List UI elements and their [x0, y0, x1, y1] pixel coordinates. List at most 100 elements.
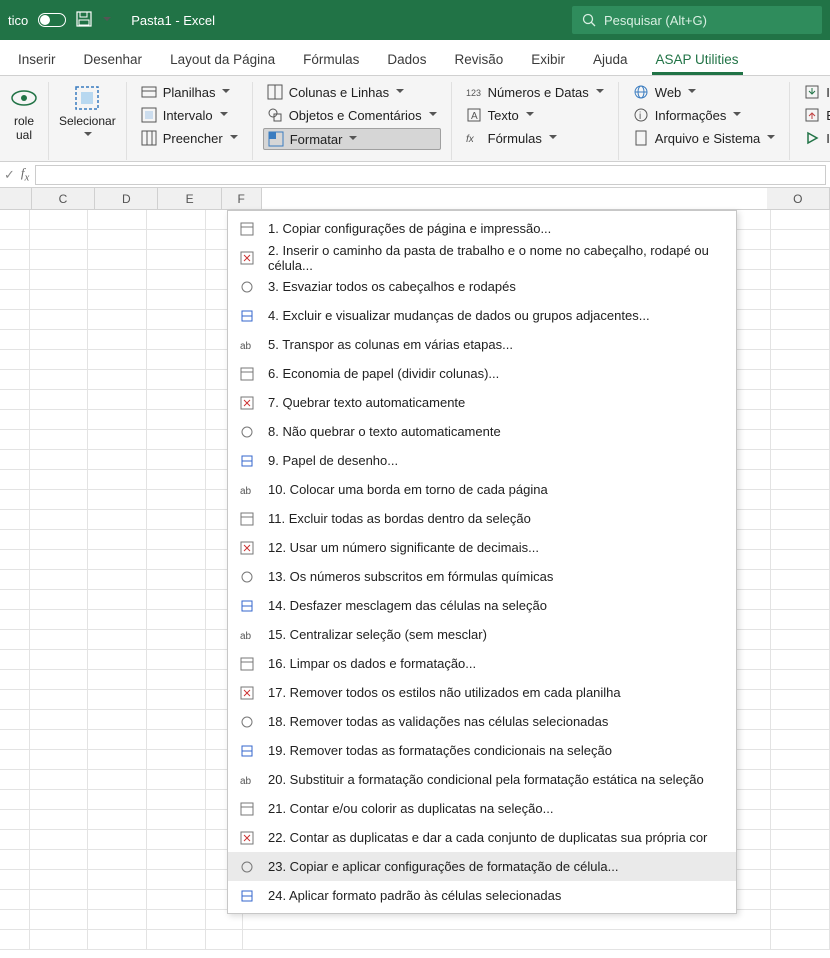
cell[interactable] — [771, 590, 830, 610]
cell[interactable] — [0, 590, 30, 610]
cell[interactable] — [88, 450, 147, 470]
cell[interactable] — [30, 510, 89, 530]
cell[interactable] — [30, 250, 89, 270]
menu-item-13[interactable]: 13. Os números subscritos em fórmulas qu… — [228, 562, 736, 591]
cell[interactable] — [147, 670, 206, 690]
cell[interactable] — [0, 510, 30, 530]
cell[interactable] — [0, 930, 30, 950]
cell[interactable] — [147, 490, 206, 510]
cell[interactable] — [0, 890, 30, 910]
cell[interactable] — [771, 350, 830, 370]
cell[interactable] — [30, 590, 89, 610]
cell[interactable] — [771, 510, 830, 530]
cell[interactable] — [88, 830, 147, 850]
save-icon[interactable] — [76, 11, 92, 30]
cell[interactable] — [0, 490, 30, 510]
cell[interactable] — [771, 570, 830, 590]
cell[interactable] — [88, 490, 147, 510]
cell[interactable] — [0, 230, 30, 250]
cell[interactable] — [0, 750, 30, 770]
cell[interactable] — [88, 850, 147, 870]
cell[interactable] — [771, 530, 830, 550]
cell[interactable] — [147, 830, 206, 850]
iniciar-button[interactable]: Iniciar — [800, 128, 830, 148]
cell[interactable] — [147, 450, 206, 470]
cell[interactable] — [0, 210, 30, 230]
cell[interactable] — [30, 830, 89, 850]
cell[interactable] — [0, 290, 30, 310]
cell[interactable] — [30, 450, 89, 470]
cell[interactable] — [88, 350, 147, 370]
menu-item-4[interactable]: 4. Excluir e visualizar mudanças de dado… — [228, 301, 736, 330]
cell[interactable] — [771, 450, 830, 470]
cell[interactable] — [771, 330, 830, 350]
cell[interactable] — [88, 370, 147, 390]
cell[interactable] — [88, 330, 147, 350]
cell[interactable] — [771, 430, 830, 450]
menu-item-23[interactable]: 23. Copiar e aplicar configurações de fo… — [228, 852, 736, 881]
cell[interactable] — [771, 370, 830, 390]
cell[interactable] — [30, 650, 89, 670]
cell[interactable] — [147, 790, 206, 810]
cell[interactable] — [88, 410, 147, 430]
cell[interactable] — [88, 870, 147, 890]
menu-item-7[interactable]: 7. Quebrar texto automaticamente — [228, 388, 736, 417]
cell[interactable] — [147, 370, 206, 390]
cell[interactable] — [712, 930, 771, 950]
cell[interactable] — [243, 930, 712, 950]
cell[interactable] — [0, 470, 30, 490]
cell[interactable] — [771, 650, 830, 670]
cell[interactable] — [147, 650, 206, 670]
cell[interactable] — [771, 290, 830, 310]
cell[interactable] — [0, 690, 30, 710]
cell[interactable] — [30, 910, 89, 930]
cell[interactable] — [88, 590, 147, 610]
col-header-e[interactable]: E — [158, 188, 221, 209]
menu-item-3[interactable]: 3. Esvaziar todos os cabeçalhos e rodapé… — [228, 272, 736, 301]
cell[interactable] — [771, 810, 830, 830]
autosave-toggle[interactable] — [38, 13, 66, 27]
tab-asap-utilities[interactable]: ASAP Utilities — [644, 46, 751, 75]
cell[interactable] — [30, 610, 89, 630]
cell[interactable] — [771, 490, 830, 510]
cell[interactable] — [88, 750, 147, 770]
cell[interactable] — [771, 270, 830, 290]
menu-item-5[interactable]: ab5. Transpor as colunas em várias etapa… — [228, 330, 736, 359]
cancel-icon[interactable]: ✓ — [4, 167, 15, 183]
cell[interactable] — [147, 850, 206, 870]
cell[interactable] — [147, 910, 206, 930]
cell[interactable] — [88, 470, 147, 490]
cell[interactable] — [147, 890, 206, 910]
preencher-button[interactable]: Preencher — [137, 128, 242, 148]
tab-desenhar[interactable]: Desenhar — [72, 46, 155, 75]
cell[interactable] — [0, 270, 30, 290]
menu-item-9[interactable]: 9. Papel de desenho... — [228, 446, 736, 475]
cell[interactable] — [0, 570, 30, 590]
cell[interactable] — [88, 390, 147, 410]
informacoes-button[interactable]: iInformações — [629, 105, 780, 125]
cell[interactable] — [88, 890, 147, 910]
cell[interactable] — [147, 290, 206, 310]
cell[interactable] — [0, 350, 30, 370]
cell[interactable] — [30, 230, 89, 250]
cell[interactable] — [0, 530, 30, 550]
web-button[interactable]: Web — [629, 82, 780, 102]
cell[interactable] — [88, 810, 147, 830]
menu-item-19[interactable]: 19. Remover todas as formatações condici… — [228, 736, 736, 765]
cell[interactable] — [0, 730, 30, 750]
cell[interactable] — [88, 510, 147, 530]
cell[interactable] — [0, 370, 30, 390]
cell[interactable] — [30, 630, 89, 650]
cell[interactable] — [30, 710, 89, 730]
cell[interactable] — [30, 210, 89, 230]
exportar-button[interactable]: Exportar — [800, 105, 830, 125]
cell[interactable] — [30, 550, 89, 570]
menu-item-20[interactable]: ab20. Substituir a formatação condiciona… — [228, 765, 736, 794]
cell[interactable] — [771, 710, 830, 730]
cell[interactable] — [30, 390, 89, 410]
cell[interactable] — [0, 430, 30, 450]
cell[interactable] — [771, 850, 830, 870]
cell[interactable] — [147, 730, 206, 750]
tab-revisao[interactable]: Revisão — [442, 46, 515, 75]
menu-item-22[interactable]: 22. Contar as duplicatas e dar a cada co… — [228, 823, 736, 852]
